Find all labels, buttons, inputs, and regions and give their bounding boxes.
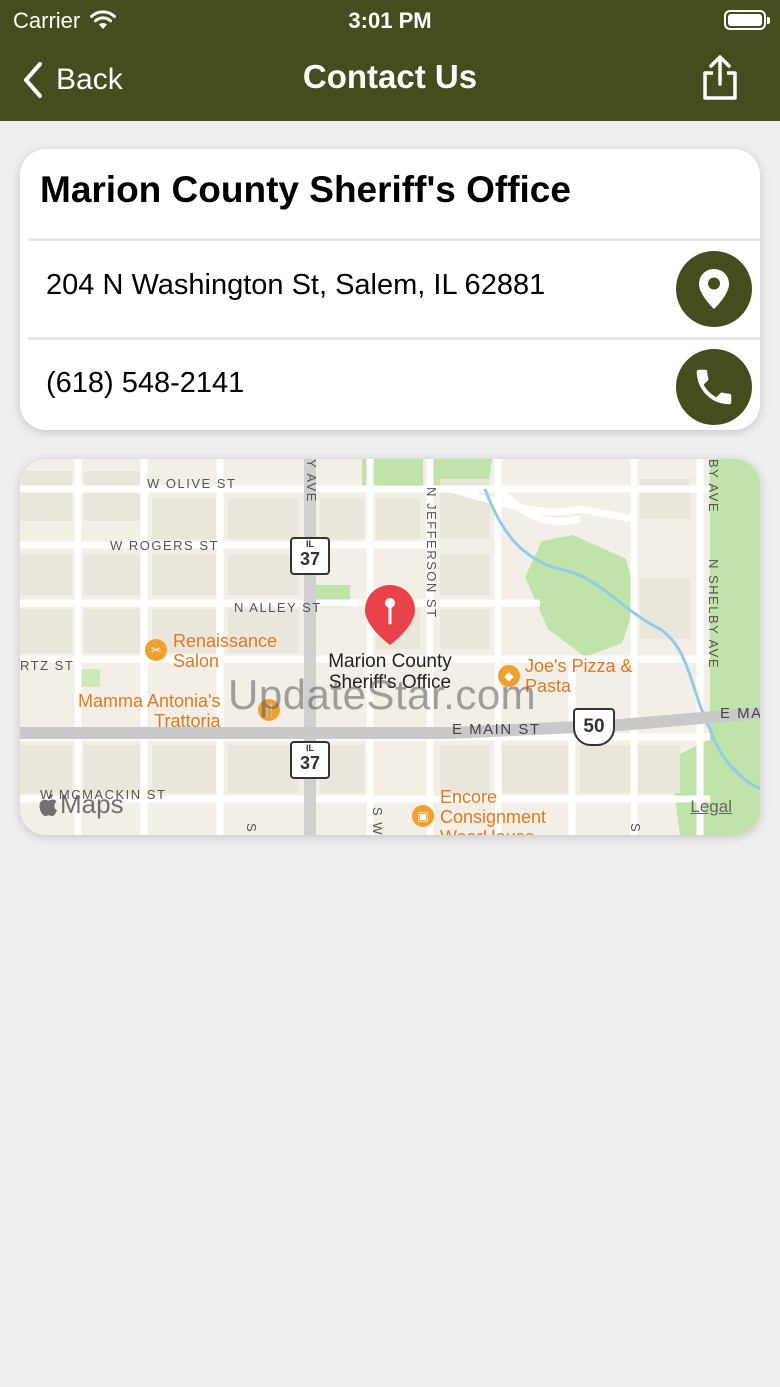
phone-text: (618) 548-2141 [46,367,245,399]
call-button[interactable] [676,349,752,425]
street-label: RTZ ST [20,658,75,673]
street-label: N SHELBY AVE [706,559,721,670]
watermark: UpdateStar.com [228,671,537,718]
maps-brand-label: Maps [60,789,124,819]
route-shield-us: 50 [573,708,615,746]
chevron-left-icon [24,62,42,98]
maps-logo: Maps [38,789,124,820]
poi-joes-pizza[interactable]: Joe's Pizza & Pasta [525,656,632,696]
status-bar: Carrier 3:01 PM [0,0,780,40]
salon-icon: ✂ [145,639,167,661]
address-text: 204 N Washington St, Salem, IL 62881 [46,269,546,301]
phone-icon [696,369,732,405]
shopping-icon: ▣ [412,805,434,827]
street-label: BY AVE [706,459,721,514]
map-base [20,459,760,835]
office-name: Marion County Sheriff's Office [40,169,571,210]
back-label: Back [56,63,123,96]
carrier-label: Carrier [13,8,81,33]
poi-encore-consignment[interactable]: Encore Consignment WearHouse [440,787,546,835]
location-pin-icon [699,269,729,309]
legal-link[interactable]: Legal [690,797,732,817]
poi-mamma-antonias[interactable]: Mamma Antonia's Trattoria [78,691,221,731]
street-label: N ALLEY ST [234,600,322,615]
apple-logo-icon [39,793,57,816]
street-label: E MAIN ST [452,721,541,738]
route-shield-il: IL 37 [290,537,330,575]
share-button[interactable] [698,54,742,102]
street-label: E MA [720,705,760,722]
phone-row[interactable]: (618) 548-2141 [20,339,760,430]
share-icon [703,55,737,100]
address-row[interactable]: 204 N Washington St, Salem, IL 62881 [20,241,760,337]
street-label: S [628,823,643,834]
back-button[interactable]: Back [22,58,123,102]
street-label: W OLIVE ST [147,476,237,491]
street-label: S W [370,807,385,835]
street-label: S [244,823,259,834]
contact-card: Marion County Sheriff's Office 204 N Was… [20,149,760,430]
street-label: W ROGERS ST [110,538,219,553]
carrier-info: Carrier [13,8,118,34]
poi-renaissance-salon[interactable]: Renaissance Salon [173,631,277,671]
battery-icon [724,10,770,30]
street-label: Y AVE [304,459,319,503]
wifi-icon [90,10,117,29]
nav-header: Carrier 3:01 PM Back Contact Us [0,0,780,121]
street-label: N JEFFERSON ST [424,487,439,619]
directions-button[interactable] [676,251,752,327]
map-view[interactable]: W OLIVE ST W ROGERS ST N ALLEY ST RTZ ST… [20,459,760,835]
route-shield-il: IL 37 [290,741,330,779]
